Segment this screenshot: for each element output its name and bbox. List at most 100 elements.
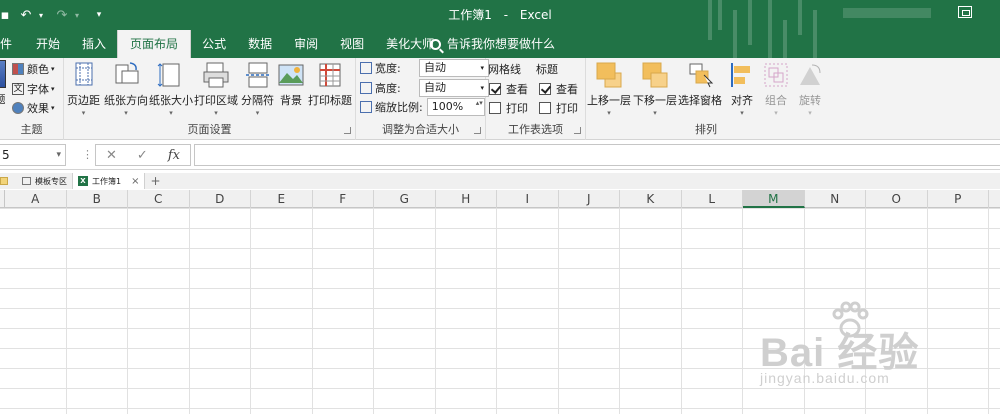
formula-bar-handle[interactable]: ⋮ bbox=[82, 148, 94, 161]
rotate-icon bbox=[796, 61, 824, 89]
headings-view-checkbox[interactable]: 查看 bbox=[539, 81, 578, 97]
background-button[interactable]: 背景 bbox=[277, 61, 305, 108]
column-header-g[interactable]: G bbox=[374, 190, 436, 208]
tab-insert[interactable]: 插入 bbox=[71, 30, 117, 58]
effects-button[interactable]: 效果 ▾ bbox=[12, 100, 55, 116]
tab-data[interactable]: 数据 bbox=[237, 30, 283, 58]
ribbon-display-options-icon[interactable] bbox=[958, 6, 972, 18]
page-setup-group-label: 页面设置 bbox=[187, 123, 232, 136]
sheet-options-group: 网格线 标题 查看 查看 打印 打印 工作表选项 bbox=[486, 58, 586, 140]
send-backward-icon bbox=[641, 61, 669, 89]
height-row: 高度: 自动 ▾ bbox=[360, 79, 489, 97]
enter-icon[interactable]: ✓ bbox=[137, 148, 148, 163]
tab-view[interactable]: 视图 bbox=[329, 30, 375, 58]
tell-me-placeholder: 告诉我你想要做什么 bbox=[447, 37, 556, 51]
height-dropdown[interactable]: 自动 ▾ bbox=[419, 79, 489, 97]
account-name-blurred[interactable] bbox=[843, 8, 931, 18]
column-header-l[interactable]: L bbox=[682, 190, 743, 208]
themes-button[interactable]: 题 bbox=[0, 60, 6, 107]
ribbon: 题 颜色▾ 文 字体▾ 效果▾ 主题 页边距▾ 纸张方向▾ 纸张大小▾ bbox=[0, 58, 1000, 140]
gridlines-view-checkbox[interactable]: 查看 bbox=[489, 81, 528, 97]
formula-input[interactable] bbox=[194, 144, 1000, 166]
column-header-i[interactable]: I bbox=[497, 190, 559, 208]
margins-label: 页边距 bbox=[67, 94, 100, 107]
column-header-o[interactable]: O bbox=[866, 190, 928, 208]
column-header-e[interactable]: E bbox=[251, 190, 313, 208]
column-gridline bbox=[803, 208, 805, 414]
cancel-icon[interactable]: ✕ bbox=[106, 148, 117, 163]
tab-formulas[interactable]: 公式 bbox=[191, 30, 237, 58]
colors-button[interactable]: 颜色 ▾ bbox=[12, 61, 55, 77]
column-header-j[interactable]: J bbox=[559, 190, 620, 208]
tab-file[interactable]: 件 bbox=[0, 30, 25, 58]
group-button[interactable]: 组合 ▾ bbox=[762, 61, 790, 117]
column-gridline bbox=[127, 208, 128, 414]
ribbon-tabs: 件 开始 插入 页面布局 公式 数据 审阅 视图 美化大师 bbox=[0, 30, 445, 58]
column-headers: ABCDEFGHIJKLMNOP bbox=[0, 190, 1000, 208]
width-dropdown[interactable]: 自动 ▾ bbox=[419, 59, 489, 77]
tab-home[interactable]: 开始 bbox=[25, 30, 71, 58]
worksheet-grid[interactable]: ABCDEFGHIJKLMNOP bbox=[0, 190, 1000, 414]
column-header-n[interactable]: N bbox=[805, 190, 866, 208]
column-gridline bbox=[65, 208, 67, 414]
scale-spinner[interactable]: 100% bbox=[426, 98, 485, 116]
insert-function-icon[interactable]: fx bbox=[168, 148, 180, 163]
margins-button[interactable]: 页边距 ▾ bbox=[67, 61, 100, 117]
themes-group: 题 颜色▾ 文 字体▾ 效果▾ 主题 bbox=[0, 58, 64, 140]
bring-forward-button[interactable]: 上移一层 ▾ bbox=[587, 61, 631, 117]
cell-area[interactable] bbox=[0, 208, 1000, 414]
workbook-tab-templates[interactable]: 模板专区 bbox=[17, 173, 72, 189]
gridlines-print-checkbox[interactable]: 打印 bbox=[489, 100, 528, 116]
close-icon[interactable]: × bbox=[131, 176, 139, 187]
group-icon bbox=[762, 61, 790, 89]
title-separator: - bbox=[503, 8, 509, 22]
send-backward-button[interactable]: 下移一层 ▾ bbox=[633, 61, 677, 117]
tell-me-box[interactable]: 告诉我你想要做什么 bbox=[430, 30, 555, 58]
column-header-d[interactable]: D bbox=[190, 190, 251, 208]
selection-pane-button[interactable]: 选择窗格 bbox=[678, 61, 722, 108]
sheet-options-launcher-icon[interactable] bbox=[574, 127, 581, 134]
page-setup-launcher-icon[interactable] bbox=[344, 127, 351, 134]
column-gridline bbox=[496, 208, 497, 414]
rotate-button[interactable]: 旋转 ▾ bbox=[796, 61, 824, 117]
print-titles-icon bbox=[316, 61, 344, 89]
sheet-options-group-label: 工作表选项 bbox=[508, 123, 563, 136]
name-box[interactable]: 5 bbox=[0, 144, 66, 166]
align-button[interactable]: 对齐 ▾ bbox=[728, 61, 756, 117]
arrange-group: 上移一层 ▾ 下移一层 ▾ 选择窗格 对齐 ▾ 组合 ▾ 旋转 ▾ 排列 bbox=[586, 58, 826, 140]
workbook-name: 工作簿1 bbox=[448, 8, 492, 22]
column-header-k[interactable]: K bbox=[620, 190, 682, 208]
print-titles-button[interactable]: 打印标题 bbox=[308, 61, 352, 108]
breaks-button[interactable]: 分隔符 ▾ bbox=[241, 61, 274, 117]
breaks-icon bbox=[244, 61, 272, 89]
column-header-h[interactable]: H bbox=[436, 190, 497, 208]
column-header-f[interactable]: F bbox=[313, 190, 374, 208]
bring-forward-icon bbox=[595, 61, 623, 89]
workbook-tab-book1[interactable]: X 工作簿1 × bbox=[72, 173, 146, 189]
orientation-button[interactable]: 纸张方向 ▾ bbox=[104, 61, 148, 117]
column-header-p[interactable]: P bbox=[928, 190, 989, 208]
tab-review[interactable]: 审阅 bbox=[283, 30, 329, 58]
tab-page-layout[interactable]: 页面布局 bbox=[117, 30, 192, 58]
orientation-label: 纸张方向 bbox=[104, 94, 148, 107]
rotate-label: 旋转 bbox=[799, 94, 821, 107]
headings-print-checkbox[interactable]: 打印 bbox=[539, 100, 578, 116]
scale-to-fit-launcher-icon[interactable] bbox=[474, 127, 481, 134]
size-button[interactable]: 纸张大小 ▾ bbox=[149, 61, 193, 117]
column-header-a[interactable]: A bbox=[5, 190, 67, 208]
gridlines-heading: 网格线 bbox=[488, 63, 521, 76]
folder-tab[interactable] bbox=[0, 173, 17, 189]
title-bar: ▪ ↶ ▾ ↷ ▾ ▾ 工作簿1 - Excel 件 开始 插入 页面布局 公式… bbox=[0, 0, 1000, 58]
new-workbook-tab-button[interactable]: + bbox=[145, 173, 165, 189]
column-header-b[interactable]: B bbox=[67, 190, 128, 208]
selection-pane-label: 选择窗格 bbox=[678, 94, 722, 107]
column-header-c[interactable]: C bbox=[128, 190, 190, 208]
headings-print-check bbox=[539, 102, 551, 114]
fonts-button[interactable]: 文 字体 ▾ bbox=[12, 81, 55, 97]
page-setup-group: 页边距 ▾ 纸张方向 ▾ 纸张大小 ▾ 打印区域 ▾ 分隔符 ▾ 背景 打印标题 页面设置 bbox=[64, 58, 356, 140]
size-icon bbox=[157, 61, 185, 89]
print-area-button[interactable]: 打印区域 ▾ bbox=[194, 61, 238, 117]
column-gridline bbox=[742, 208, 743, 414]
breaks-label: 分隔符 bbox=[241, 94, 274, 107]
column-header-m[interactable]: M bbox=[743, 190, 805, 208]
